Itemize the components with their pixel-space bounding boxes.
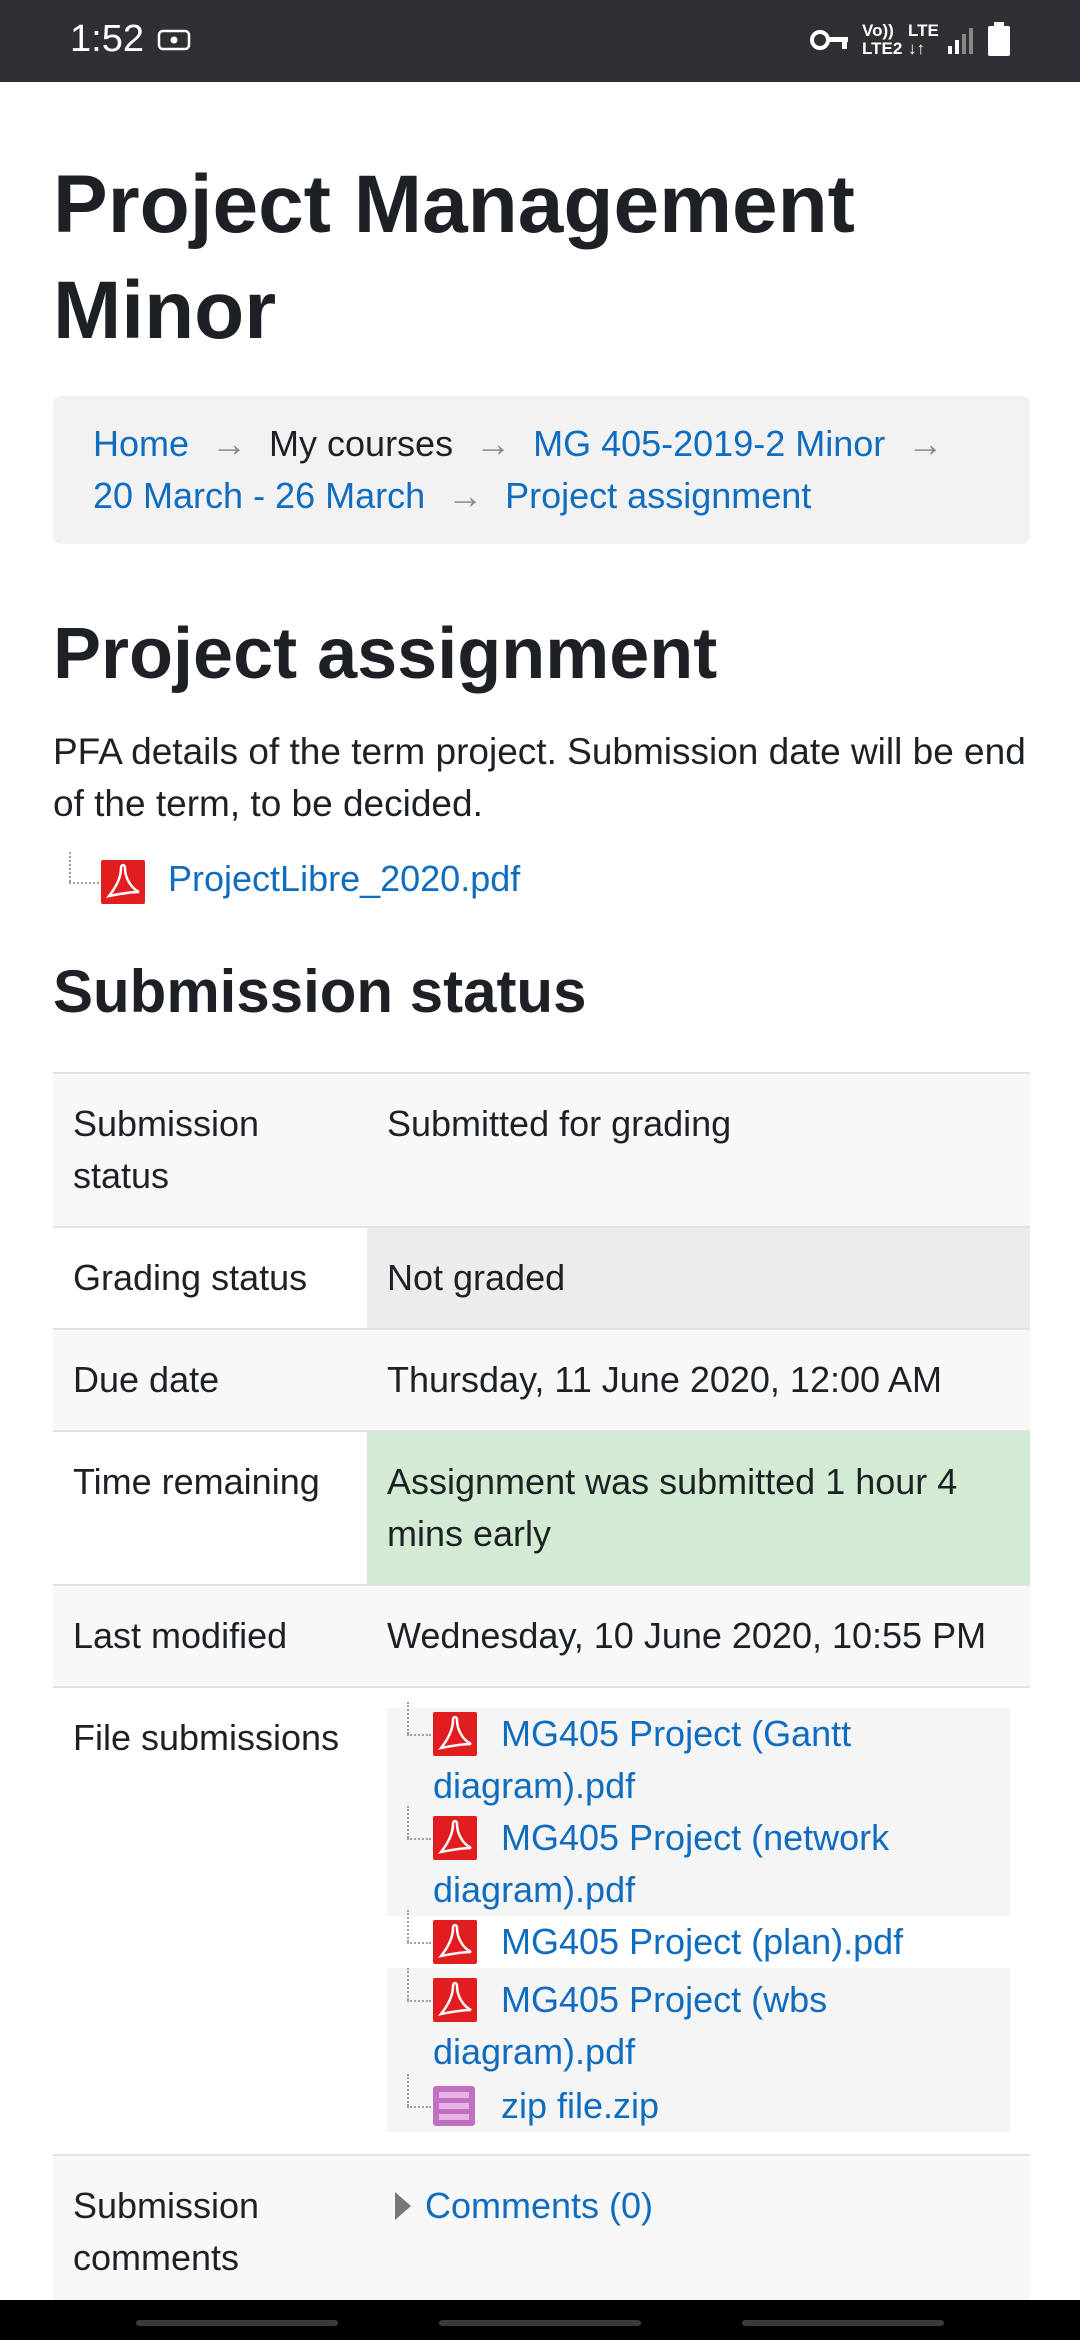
breadcrumb-separator: →: [907, 423, 944, 464]
table-row: Last modified Wednesday, 10 June 2020, 1…: [53, 1584, 1030, 1687]
signal-bars-icon: [946, 26, 976, 61]
row-label: File submissions: [53, 1686, 367, 2155]
breadcrumb-my-courses: My courses: [269, 423, 454, 464]
file-link[interactable]: MG405 Project (network diagram).pdf: [433, 1812, 1010, 1916]
zip-archive-icon: [433, 2086, 475, 2126]
table-row: Time remaining Assignment was submitted …: [53, 1430, 1030, 1585]
comments-link[interactable]: Comments (0): [425, 2180, 653, 2232]
tree-connector: [69, 852, 71, 882]
breadcrumb-home[interactable]: Home: [93, 423, 189, 464]
activity-title: Project assignment: [53, 614, 718, 694]
volte-icon: Vo)) LTE2: [862, 22, 902, 58]
file-link[interactable]: zip file.zip: [433, 2080, 1010, 2132]
main-content: Project Management Minor Home → My courses…: [53, 82, 1030, 2308]
status-bar: 1:52 Vo)) LTE2 LTE ↓↑: [0, 0, 1080, 82]
expand-triangle-icon[interactable]: [395, 2192, 411, 2220]
table-row: Due date Thursday, 11 June 2020, 12:00 A…: [53, 1328, 1030, 1431]
pdf-icon: [433, 1920, 477, 1964]
submission-status-heading: Submission status: [53, 958, 587, 1025]
breadcrumb-course[interactable]: MG 405-2019-2 Minor: [533, 423, 885, 464]
row-label: Last modified: [53, 1584, 367, 1687]
tree-connector: [69, 882, 99, 884]
lte2-label: LTE2: [862, 39, 903, 58]
tree-connector: [407, 1734, 431, 1736]
pdf-icon: [433, 1712, 477, 1756]
submission-status-value: Submitted for grading: [367, 1072, 1030, 1227]
screen-record-icon: [157, 28, 191, 57]
tree-connector: [407, 1968, 409, 2000]
tree-connector: [407, 2074, 409, 2106]
grading-status-value: Not graded: [367, 1226, 1030, 1329]
breadcrumb: Home → My courses → MG 405-2019-2 Minor → 20 M…: [53, 396, 1030, 544]
status-time: 1:52: [70, 18, 144, 60]
file-tree: MG405 Project (Gantt diagram).pdf MG405 …: [387, 1702, 1010, 2132]
tree-connector: [407, 1806, 409, 1838]
attachment-link[interactable]: ProjectLibre_2020.pdf: [168, 858, 520, 900]
submission-comments-value: Comments (0): [367, 2154, 1030, 2308]
tree-connector: [407, 1838, 431, 1840]
comments-toggle[interactable]: Comments (0): [387, 2180, 1010, 2236]
nav-handle: [742, 2320, 944, 2326]
table-row: Grading status Not graded: [53, 1226, 1030, 1329]
row-label: Submission comments: [53, 2154, 367, 2308]
tree-connector: [407, 2000, 431, 2002]
breadcrumb-section[interactable]: 20 March - 26 March: [93, 475, 425, 516]
intro-attachment: ProjectLibre_2020.pdf: [53, 852, 1030, 908]
breadcrumb-separator: →: [447, 475, 484, 516]
due-date-value: Thursday, 11 June 2020, 12:00 AM: [367, 1328, 1030, 1431]
file-link[interactable]: MG405 Project (plan).pdf: [433, 1916, 1010, 1968]
file-item[interactable]: MG405 Project (Gantt diagram).pdf: [387, 1702, 1010, 1812]
file-item[interactable]: MG405 Project (network diagram).pdf: [387, 1806, 1010, 1916]
file-submissions-value: MG405 Project (Gantt diagram).pdf MG405 …: [367, 1686, 1030, 2155]
table-row: File submissions MG405 Project (Gantt di…: [53, 1686, 1030, 2155]
file-item[interactable]: zip file.zip: [387, 2074, 1010, 2132]
tree-connector: [407, 1910, 409, 1942]
row-label: Time remaining: [53, 1430, 367, 1585]
navigation-bar: [0, 2300, 1080, 2340]
row-label: Due date: [53, 1328, 367, 1431]
table-row: Submission comments Comments (0): [53, 2154, 1030, 2308]
time-remaining-value: Assignment was submitted 1 hour 4 mins e…: [367, 1430, 1030, 1585]
file-item[interactable]: MG405 Project (plan).pdf: [387, 1910, 1010, 1968]
tree-connector: [407, 1702, 409, 1734]
breadcrumb-separator: →: [475, 423, 512, 464]
nav-handle: [136, 2320, 338, 2326]
table-row: Submission status Submitted for grading: [53, 1072, 1030, 1227]
row-label: Grading status: [53, 1226, 367, 1329]
activity-intro: PFA details of the term project. Submiss…: [53, 731, 1026, 824]
submission-status-table: Submission status Submitted for grading …: [53, 1072, 1030, 2308]
battery-icon: [988, 22, 1010, 63]
course-title: Project Management Minor: [53, 159, 855, 356]
last-modified-value: Wednesday, 10 June 2020, 10:55 PM: [367, 1584, 1030, 1687]
pdf-icon: [101, 860, 145, 904]
file-item[interactable]: MG405 Project (wbs diagram).pdf: [387, 1968, 1010, 2078]
breadcrumb-activity[interactable]: Project assignment: [505, 475, 811, 516]
nav-handle: [439, 2320, 641, 2326]
file-link[interactable]: MG405 Project (wbs diagram).pdf: [433, 1974, 1010, 2078]
tree-connector: [407, 2106, 431, 2108]
volte-label: Vo)): [862, 21, 894, 40]
row-label: Submission status: [53, 1072, 367, 1227]
pdf-icon: [433, 1978, 477, 2022]
vpn-key-icon: [810, 27, 850, 58]
lte-label: LTE: [908, 21, 939, 40]
lte-signal-icon: LTE ↓↑: [908, 21, 939, 58]
pdf-icon: [433, 1816, 477, 1860]
file-link[interactable]: MG405 Project (Gantt diagram).pdf: [433, 1708, 1010, 1812]
tree-connector: [407, 1942, 431, 1944]
breadcrumb-separator: →: [211, 423, 248, 464]
